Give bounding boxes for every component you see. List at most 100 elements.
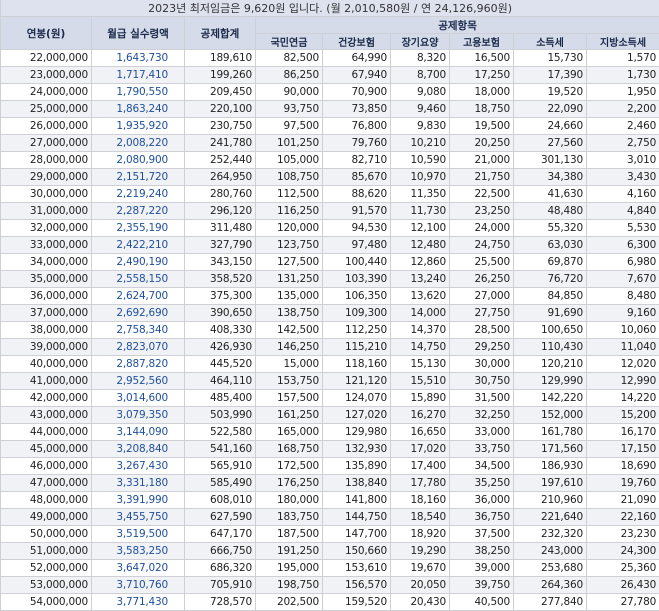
cell-health-insurance: 79,760 xyxy=(323,135,391,152)
cell-employment-insurance: 28,500 xyxy=(450,322,514,339)
cell-total-deduction: 686,320 xyxy=(185,560,256,577)
table-row: 47,000,0003,331,180585,490176,250138,840… xyxy=(1,475,659,492)
cell-employment-insurance: 29,250 xyxy=(450,339,514,356)
cell-net-pay: 2,219,240 xyxy=(92,186,185,203)
table-row: 49,000,0003,455,750627,590183,750144,750… xyxy=(1,509,659,526)
cell-national-pension: 93,750 xyxy=(256,101,323,118)
cell-long-term-care: 13,620 xyxy=(391,288,450,305)
cell-national-pension: 15,000 xyxy=(256,356,323,373)
cell-health-insurance: 67,940 xyxy=(323,67,391,84)
cell-long-term-care: 10,210 xyxy=(391,135,450,152)
cell-national-pension: 198,750 xyxy=(256,577,323,594)
cell-salary: 42,000,000 xyxy=(1,390,92,407)
cell-local-income-tax: 1,730 xyxy=(587,67,659,84)
table-row: 38,000,0002,758,340408,330142,500112,250… xyxy=(1,322,659,339)
cell-income-tax: 301,130 xyxy=(514,152,587,169)
cell-salary: 53,000,000 xyxy=(1,577,92,594)
table-row: 22,000,0001,643,730189,61082,50064,9908,… xyxy=(1,50,659,67)
cell-health-insurance: 135,890 xyxy=(323,458,391,475)
cell-long-term-care: 17,400 xyxy=(391,458,450,475)
cell-income-tax: 171,560 xyxy=(514,441,587,458)
cell-health-insurance: 76,800 xyxy=(323,118,391,135)
cell-long-term-care: 10,590 xyxy=(391,152,450,169)
cell-employment-insurance: 27,000 xyxy=(450,288,514,305)
cell-health-insurance: 138,840 xyxy=(323,475,391,492)
cell-total-deduction: 220,100 xyxy=(185,101,256,118)
cell-local-income-tax: 5,530 xyxy=(587,220,659,237)
cell-employment-insurance: 18,000 xyxy=(450,84,514,101)
table-row: 37,000,0002,692,690390,650138,750109,300… xyxy=(1,305,659,322)
cell-income-tax: 253,680 xyxy=(514,560,587,577)
cell-salary: 27,000,000 xyxy=(1,135,92,152)
cell-net-pay: 2,287,220 xyxy=(92,203,185,220)
cell-health-insurance: 127,020 xyxy=(323,407,391,424)
cell-salary: 39,000,000 xyxy=(1,339,92,356)
table-row: 36,000,0002,624,700375,300135,000106,350… xyxy=(1,288,659,305)
cell-salary: 41,000,000 xyxy=(1,373,92,390)
cell-salary: 32,000,000 xyxy=(1,220,92,237)
cell-income-tax: 34,380 xyxy=(514,169,587,186)
cell-employment-insurance: 31,500 xyxy=(450,390,514,407)
cell-local-income-tax: 11,040 xyxy=(587,339,659,356)
cell-net-pay: 3,144,090 xyxy=(92,424,185,441)
cell-total-deduction: 343,150 xyxy=(185,254,256,271)
cell-income-tax: 91,690 xyxy=(514,305,587,322)
cell-total-deduction: 408,330 xyxy=(185,322,256,339)
cell-long-term-care: 14,750 xyxy=(391,339,450,356)
cell-salary: 38,000,000 xyxy=(1,322,92,339)
cell-total-deduction: 627,590 xyxy=(185,509,256,526)
cell-long-term-care: 15,130 xyxy=(391,356,450,373)
cell-salary: 40,000,000 xyxy=(1,356,92,373)
cell-income-tax: 232,320 xyxy=(514,526,587,543)
cell-national-pension: 146,250 xyxy=(256,339,323,356)
cell-total-deduction: 252,440 xyxy=(185,152,256,169)
cell-health-insurance: 85,670 xyxy=(323,169,391,186)
cell-total-deduction: 503,990 xyxy=(185,407,256,424)
cell-health-insurance: 91,570 xyxy=(323,203,391,220)
cell-long-term-care: 9,460 xyxy=(391,101,450,118)
table-row: 41,000,0002,952,560464,110153,750121,120… xyxy=(1,373,659,390)
cell-income-tax: 48,480 xyxy=(514,203,587,220)
cell-health-insurance: 124,070 xyxy=(323,390,391,407)
cell-national-pension: 157,500 xyxy=(256,390,323,407)
table-row: 31,000,0002,287,220296,120116,25091,5701… xyxy=(1,203,659,220)
cell-national-pension: 172,500 xyxy=(256,458,323,475)
cell-total-deduction: 311,480 xyxy=(185,220,256,237)
cell-total-deduction: 209,450 xyxy=(185,84,256,101)
cell-local-income-tax: 12,990 xyxy=(587,373,659,390)
cell-salary: 47,000,000 xyxy=(1,475,92,492)
cell-employment-insurance: 39,000 xyxy=(450,560,514,577)
cell-income-tax: 110,430 xyxy=(514,339,587,356)
cell-national-pension: 168,750 xyxy=(256,441,323,458)
cell-total-deduction: 565,910 xyxy=(185,458,256,475)
cell-long-term-care: 20,050 xyxy=(391,577,450,594)
cell-employment-insurance: 33,750 xyxy=(450,441,514,458)
cell-health-insurance: 147,700 xyxy=(323,526,391,543)
cell-local-income-tax: 19,760 xyxy=(587,475,659,492)
header-income-tax: 소득세 xyxy=(514,34,587,50)
cell-local-income-tax: 9,160 xyxy=(587,305,659,322)
header-deduction-group: 공제항목 xyxy=(256,17,659,34)
cell-health-insurance: 94,530 xyxy=(323,220,391,237)
cell-long-term-care: 16,270 xyxy=(391,407,450,424)
cell-salary: 45,000,000 xyxy=(1,441,92,458)
header-national-pension: 국민연금 xyxy=(256,34,323,50)
cell-national-pension: 183,750 xyxy=(256,509,323,526)
cell-local-income-tax: 21,090 xyxy=(587,492,659,509)
cell-national-pension: 176,250 xyxy=(256,475,323,492)
header-local-income-tax: 지방소득세 xyxy=(587,34,659,50)
header-salary: 연봉(원) xyxy=(1,17,92,50)
cell-employment-insurance: 24,000 xyxy=(450,220,514,237)
cell-income-tax: 69,870 xyxy=(514,254,587,271)
cell-employment-insurance: 26,250 xyxy=(450,271,514,288)
cell-local-income-tax: 2,200 xyxy=(587,101,659,118)
table-row: 29,000,0002,151,720264,950108,75085,6701… xyxy=(1,169,659,186)
cell-net-pay: 3,455,750 xyxy=(92,509,185,526)
cell-income-tax: 120,210 xyxy=(514,356,587,373)
cell-national-pension: 161,250 xyxy=(256,407,323,424)
cell-national-pension: 138,750 xyxy=(256,305,323,322)
cell-local-income-tax: 4,160 xyxy=(587,186,659,203)
cell-income-tax: 17,390 xyxy=(514,67,587,84)
cell-income-tax: 22,090 xyxy=(514,101,587,118)
cell-local-income-tax: 3,430 xyxy=(587,169,659,186)
